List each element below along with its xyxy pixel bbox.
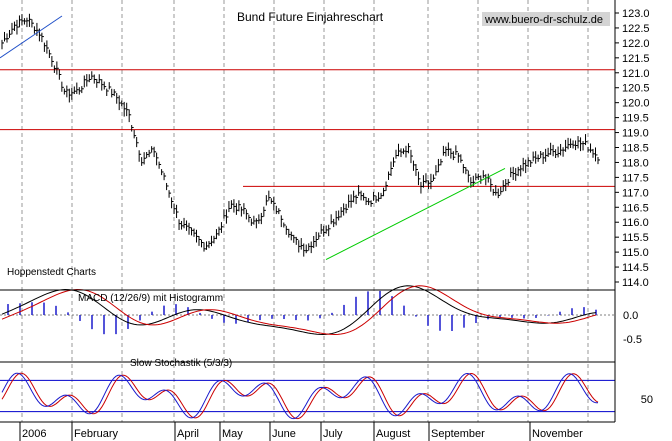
y-tick-label: 114.5 — [622, 262, 649, 274]
x-tick-label: May — [222, 428, 243, 440]
x-tick-label: August — [376, 428, 410, 440]
stochastic-panel — [0, 372, 615, 420]
x-tick-labels: 2006 February April May June July August Septem… — [19, 422, 583, 441]
chart-title: Bund Future Einjahreschart — [237, 10, 384, 24]
x-tick-label: June — [272, 428, 296, 440]
price-series — [1, 13, 600, 257]
y-tick-label: 115.5 — [622, 232, 649, 244]
y-tick-label: 122.5 — [622, 23, 650, 35]
y-tick-labels: 123.0 122.5 122.0 121.5 121.0 120.5 120.0 119.5… — [615, 8, 653, 406]
y-tick-label: 122.0 — [622, 38, 650, 50]
y-tick-label: 123.0 — [622, 8, 650, 20]
y-tick-label: 121.5 — [622, 53, 650, 65]
y-tick-label: 116.0 — [622, 217, 649, 229]
chart-root: 123.0 122.5 122.0 121.5 121.0 120.5 120.0 119.5… — [0, 0, 672, 441]
chart-svg: 123.0 122.5 122.0 121.5 121.0 120.5 120.0 119.5… — [0, 0, 653, 441]
x-tick-label: February — [74, 428, 119, 440]
x-tick-label: July — [323, 428, 343, 440]
y-tick-label: 115.0 — [622, 247, 649, 259]
x-tick-label: April — [177, 428, 199, 440]
y-tick-label: 116.5 — [622, 202, 649, 214]
macd-title: MACD (12/26/9) mit Histogramm — [78, 293, 223, 304]
y-tick-label: 119.0 — [622, 128, 649, 140]
x-tick-label: November — [532, 428, 583, 440]
stoch-tick-label: 50 — [641, 394, 653, 406]
y-tick-label: 117.5 — [622, 172, 649, 184]
publisher-label: Hoppenstedt Charts — [7, 267, 96, 278]
y-tick-label: 121.0 — [622, 68, 650, 80]
stochastic-title: Slow Stochastik (5/3/3) — [130, 358, 232, 369]
macd-tick-label: -0.5 — [623, 334, 642, 346]
y-tick-label: 114.0 — [622, 277, 649, 289]
y-tick-label: 118.0 — [622, 157, 649, 169]
source-text: www.buero-dr-schulz.de — [484, 14, 603, 26]
y-tick-label: 117.0 — [622, 187, 649, 199]
macd-tick-label: 0.0 — [623, 310, 638, 322]
y-tick-label: 119.5 — [622, 113, 649, 125]
x-tick-label: 2006 — [22, 428, 46, 440]
frame — [0, 0, 616, 423]
y-tick-label: 120.5 — [622, 83, 650, 95]
y-tick-label: 118.5 — [622, 143, 649, 155]
y-tick-label: 120.0 — [622, 98, 650, 110]
grid — [21, 0, 589, 422]
x-tick-label: September — [431, 428, 485, 440]
